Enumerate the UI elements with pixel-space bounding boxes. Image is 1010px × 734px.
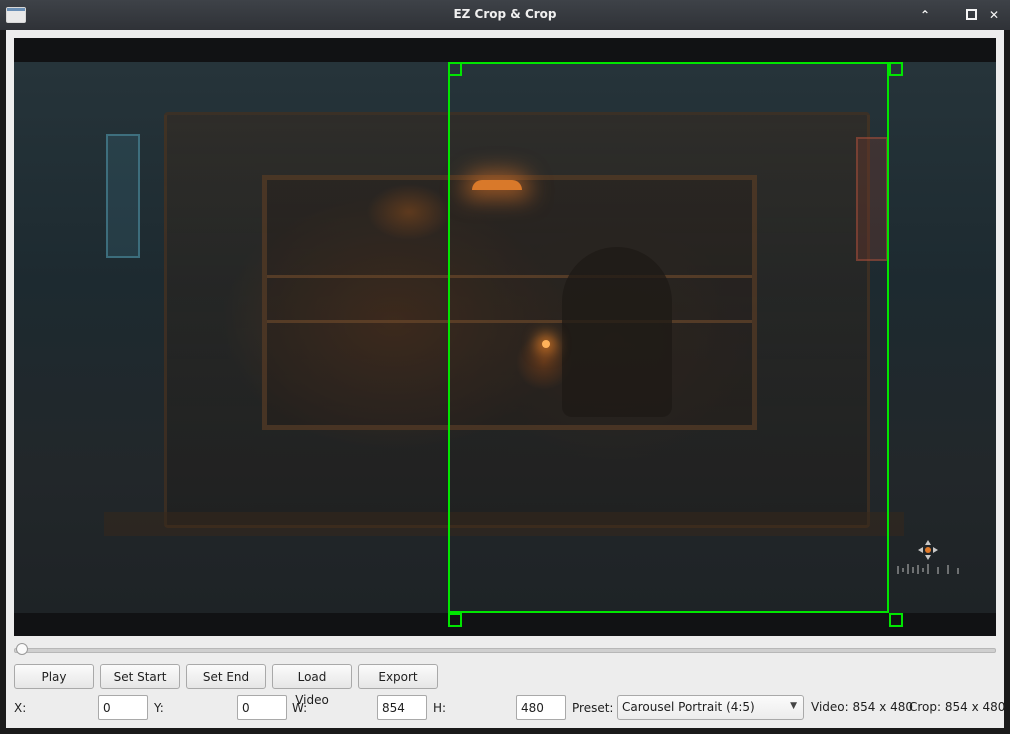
- slider-track[interactable]: [14, 648, 996, 653]
- x-label: X:: [14, 701, 27, 715]
- video-size-info: Video: 854 x 480: [811, 700, 914, 714]
- main-panel: Play Set Start Set End Load Video Export…: [6, 30, 1006, 728]
- crop-size-info: Crop: 854 x 480: [909, 700, 1006, 714]
- close-icon[interactable]: ✕: [984, 4, 1004, 26]
- crop-handle-top-left[interactable]: [448, 62, 462, 76]
- crop-handle-top-right[interactable]: [889, 62, 903, 76]
- load-video-button[interactable]: Load Video: [272, 664, 352, 707]
- video-preview[interactable]: [14, 38, 996, 636]
- slider-thumb[interactable]: [16, 643, 28, 655]
- set-start-button[interactable]: Set Start: [100, 664, 180, 689]
- sign-left: [106, 134, 140, 258]
- preset-selected-value: Carousel Portrait (4:5): [622, 700, 755, 714]
- maximize-icon[interactable]: [961, 4, 981, 26]
- window-title: EZ Crop & Crop: [453, 7, 557, 21]
- crop-handle-bottom-left[interactable]: [448, 613, 462, 627]
- title-bar: EZ Crop & Crop ⌃ ✕: [0, 0, 1010, 30]
- play-button[interactable]: Play: [14, 664, 94, 689]
- chevron-down-icon: ▼: [790, 701, 797, 711]
- w-field[interactable]: [377, 695, 427, 720]
- preset-select[interactable]: Carousel Portrait (4:5) ▼: [617, 695, 804, 720]
- y-field[interactable]: [237, 695, 287, 720]
- y-label: Y:: [154, 701, 164, 715]
- minimize-icon[interactable]: ⌃: [915, 4, 935, 26]
- export-crop-button[interactable]: Export Crop: [358, 664, 438, 707]
- crop-rectangle[interactable]: [448, 62, 889, 613]
- timeline-slider[interactable]: [14, 642, 996, 656]
- preset-label: Preset:: [572, 701, 614, 715]
- x-field[interactable]: [98, 695, 148, 720]
- h-field[interactable]: [516, 695, 566, 720]
- set-end-button[interactable]: Set End: [186, 664, 266, 689]
- crop-handle-bottom-right[interactable]: [889, 613, 903, 627]
- w-label: W:: [292, 701, 308, 715]
- h-label: H:: [433, 701, 447, 715]
- move-icon: [897, 540, 959, 574]
- watermark-logo: [894, 538, 964, 578]
